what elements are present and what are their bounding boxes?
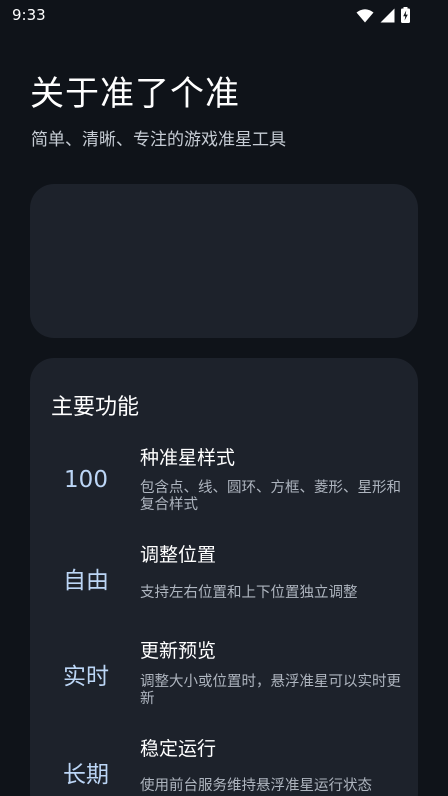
status-bar: 9:33 bbox=[0, 0, 448, 32]
feature-description: 包含点、线、圆环、方框、菱形、星形和复合样式 bbox=[140, 480, 401, 513]
feature-item: 长期 稳定运行 使用前台服务维持悬浮准星运行状态 bbox=[30, 734, 418, 796]
feature-badge: 实时 bbox=[63, 664, 109, 690]
status-time: 9:33 bbox=[12, 6, 46, 24]
page-subtitle: 简单、清晰、专注的游戏准星工具 bbox=[31, 130, 286, 150]
feature-badge: 自由 bbox=[63, 568, 109, 594]
feature-title: 稳定运行 bbox=[140, 738, 217, 760]
feature-description: 调整大小或位置时，悬浮准星可以实时更新 bbox=[140, 674, 401, 707]
feature-description: 使用前台服务维持悬浮准星运行状态 bbox=[140, 778, 372, 794]
battery-charging-icon bbox=[401, 7, 410, 23]
feature-badge: 100 bbox=[64, 467, 108, 493]
about-screen: 9:33 关于准了个准 简单、清晰、专注的游戏准星工具 主要功能 100 种准星… bbox=[0, 0, 448, 796]
feature-title: 种准星样式 bbox=[140, 447, 236, 469]
status-icons bbox=[356, 7, 410, 23]
feature-item: 实时 更新预览 调整大小或位置时，悬浮准星可以实时更新 bbox=[30, 636, 418, 726]
wifi-icon bbox=[356, 8, 374, 22]
feature-item: 自由 调整位置 支持左右位置和上下位置独立调整 bbox=[30, 540, 418, 630]
features-heading: 主要功能 bbox=[51, 395, 140, 420]
banner-card bbox=[30, 184, 418, 338]
feature-item: 100 种准星样式 包含点、线、圆环、方框、菱形、星形和复合样式 bbox=[30, 443, 418, 533]
feature-description: 支持左右位置和上下位置独立调整 bbox=[140, 585, 358, 601]
features-card: 主要功能 100 种准星样式 包含点、线、圆环、方框、菱形、星形和复合样式 自由… bbox=[30, 358, 418, 796]
feature-title: 更新预览 bbox=[140, 640, 217, 662]
feature-badge: 长期 bbox=[63, 762, 109, 788]
signal-icon bbox=[380, 8, 395, 22]
page-title: 关于准了个准 bbox=[30, 74, 240, 114]
feature-title: 调整位置 bbox=[140, 544, 217, 566]
